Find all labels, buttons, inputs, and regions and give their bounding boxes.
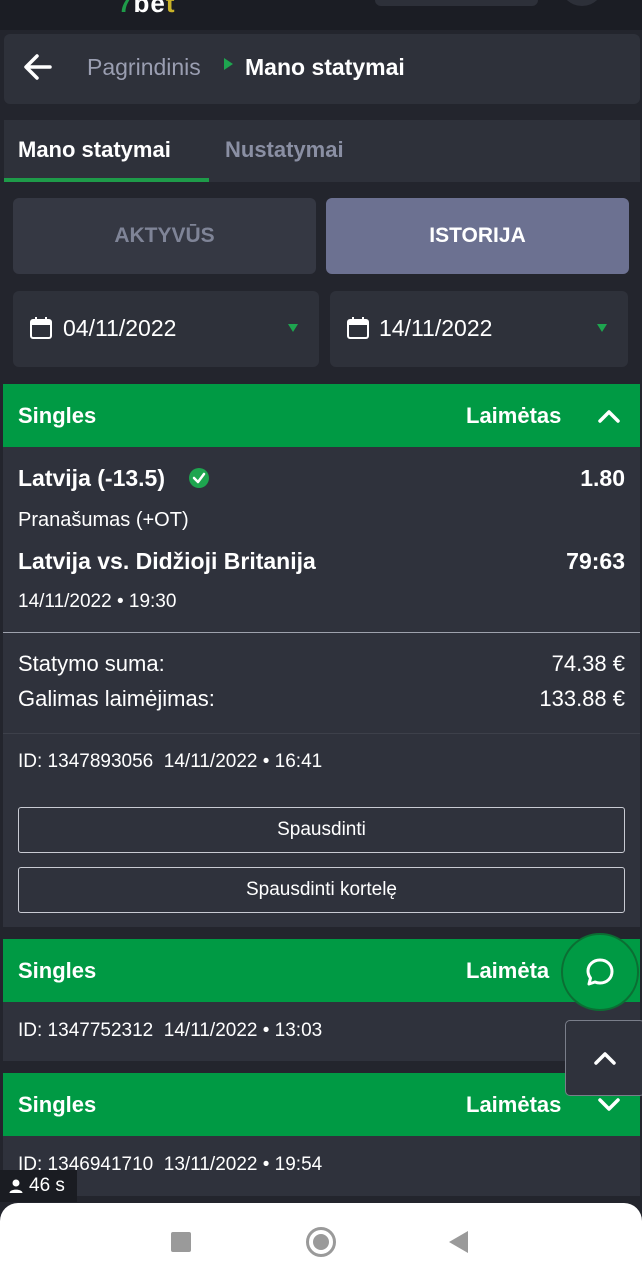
event-name: Latvija vs. Didžioji Britanija [18, 548, 316, 574]
brand-logo[interactable]: 7bet [118, 0, 175, 19]
bet-status: Laimėtas [466, 403, 562, 428]
date-from-value: 04/11/2022 [63, 315, 177, 341]
event-score: 79:63 [566, 548, 625, 574]
tab-my-bets[interactable]: Mano statymai [18, 137, 171, 163]
bet-type: Singles [18, 1092, 97, 1117]
chevron-down-icon [288, 324, 298, 332]
chevron-up-icon[interactable] [596, 403, 622, 429]
chat-bubble-icon [586, 958, 614, 986]
divider [3, 733, 640, 734]
chevron-up-icon [594, 1052, 616, 1065]
chat-button[interactable] [561, 933, 639, 1011]
payout-value: 133.88 € [539, 686, 625, 711]
back-icon[interactable] [449, 1231, 468, 1253]
timer-value: 46 s [29, 1175, 65, 1196]
breadcrumb-home-link[interactable]: Pagrindinis [87, 54, 201, 81]
market-name: Pranašumas (+OT) [18, 509, 189, 531]
chevron-down-icon [597, 324, 607, 332]
breadcrumb-separator-icon [224, 58, 233, 70]
active-tab-indicator [4, 178, 209, 182]
scroll-to-top-button[interactable] [565, 1020, 642, 1096]
bet-id-line: ID: 1347752312 14/11/2022 • 13:03 [18, 1020, 323, 1041]
bet-type: Singles [18, 958, 97, 983]
breadcrumb-current: Mano statymai [245, 54, 405, 80]
bet-status: Laimėta [466, 958, 550, 983]
date-to-value: 14/11/2022 [379, 315, 493, 341]
calendar-icon [347, 317, 369, 339]
person-icon [9, 1179, 23, 1193]
check-circle-icon [189, 468, 209, 488]
header-search-field[interactable] [375, 0, 538, 6]
calendar-icon [30, 317, 52, 339]
bet-status: Laimėtas [466, 1092, 562, 1117]
payout-label: Galimas laimėjimas: [18, 686, 215, 711]
header-account-button[interactable] [560, 0, 604, 6]
event-time: 14/11/2022 • 19:30 [18, 591, 177, 612]
print-card-button[interactable]: Spausdinti kortelę [18, 867, 625, 913]
top-header: 7bet [0, 0, 642, 30]
bet-type: Singles [18, 403, 97, 428]
tab-settings[interactable]: Nustatymai [225, 137, 344, 163]
print-button[interactable]: Spausdinti [18, 807, 625, 853]
back-arrow-icon[interactable] [22, 52, 54, 82]
stake-label: Statymo suma: [18, 651, 165, 676]
history-button[interactable]: ISTORIJA [326, 198, 629, 274]
stake-value: 74.38 € [551, 651, 625, 676]
divider [3, 632, 640, 633]
bet-id-line: ID: 1347893056 14/11/2022 • 16:41 [18, 751, 323, 772]
home-icon-inner [313, 1234, 329, 1250]
viewer-timer-badge: 46 s [0, 1170, 77, 1202]
odds-value: 1.80 [580, 465, 625, 491]
recent-apps-icon[interactable] [171, 1232, 191, 1252]
active-bets-button[interactable]: AKTYVŪS [13, 198, 316, 274]
selection-name: Latvija (-13.5) [18, 465, 165, 491]
